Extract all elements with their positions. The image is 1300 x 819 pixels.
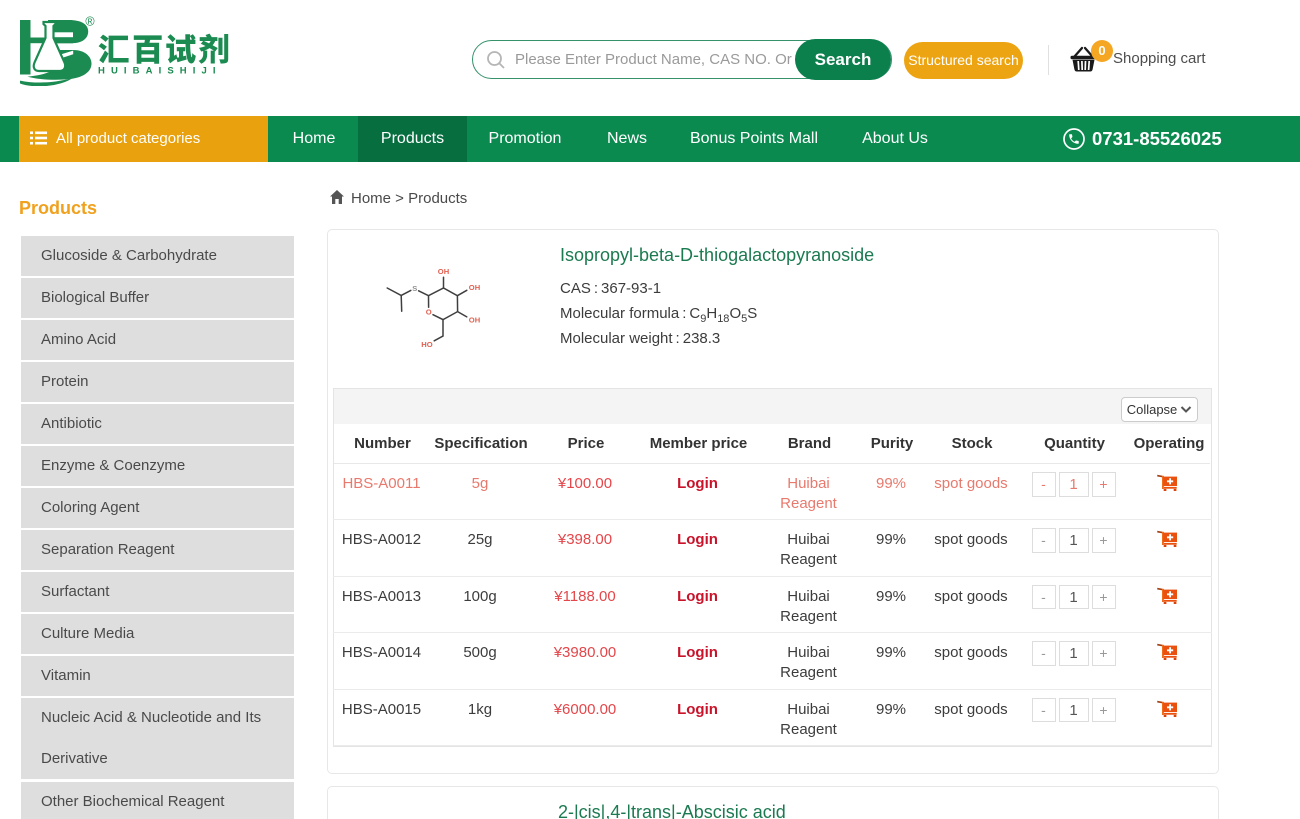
svg-text:OH: OH <box>469 315 480 324</box>
svg-text:S: S <box>412 284 417 293</box>
svg-text:OH: OH <box>469 283 480 292</box>
svg-text:HUIBAISHIJI: HUIBAISHIJI <box>98 66 222 77</box>
svg-text:®: ® <box>85 15 95 29</box>
svg-text:OH: OH <box>438 267 449 276</box>
svg-text:O: O <box>426 308 432 317</box>
svg-text:HO: HO <box>421 340 432 349</box>
